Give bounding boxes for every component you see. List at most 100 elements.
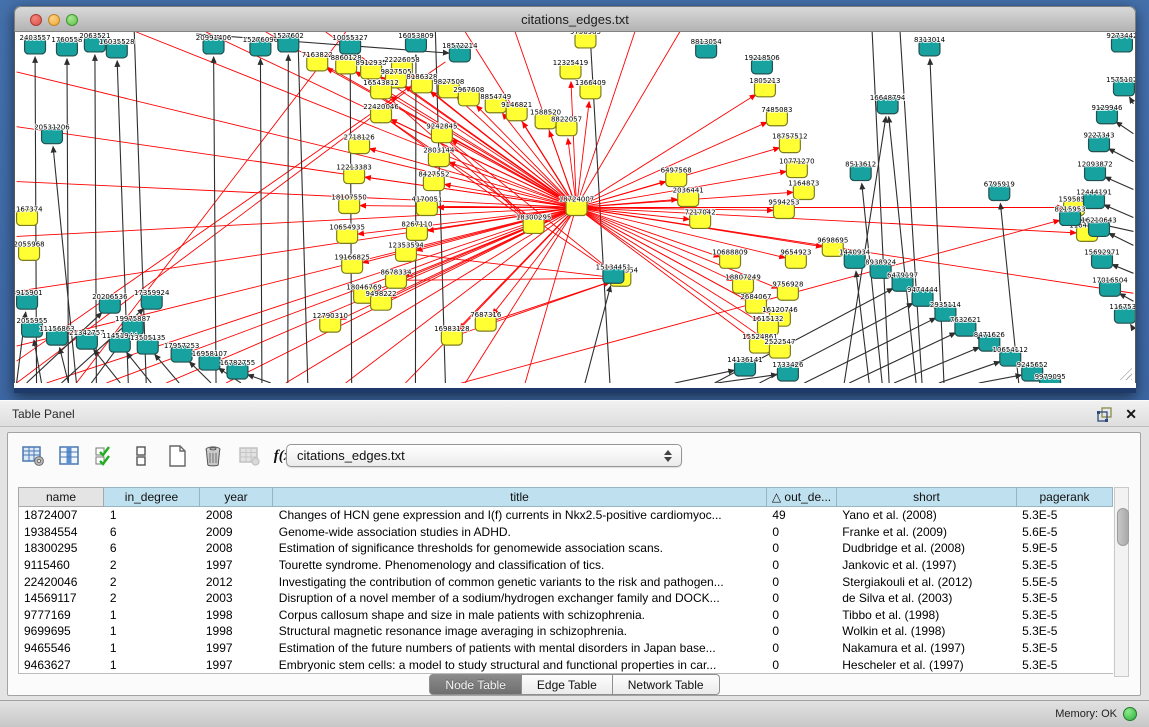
network-node[interactable]: 7687316 — [470, 311, 501, 331]
network-node[interactable]: 3915901 — [15, 289, 43, 309]
tab-network-table[interactable]: Network Table — [613, 674, 720, 695]
red-edge[interactable] — [442, 135, 526, 218]
network-node[interactable]: 8215953 — [1055, 205, 1086, 225]
network-node[interactable]: 8813054 — [691, 38, 723, 58]
network-node[interactable]: 9756928 — [772, 280, 803, 300]
network-node[interactable]: 19218506 — [744, 54, 779, 74]
column-header-3[interactable]: title — [273, 487, 767, 507]
column-header-1[interactable]: in_degree — [104, 487, 200, 507]
network-node[interactable]: 9146821 — [501, 101, 532, 121]
minimize-traffic-light-icon[interactable] — [48, 14, 60, 26]
network-node[interactable]: 9498222 — [366, 290, 397, 310]
table-mode-icon[interactable] — [20, 443, 46, 469]
black-edge[interactable] — [939, 362, 1000, 383]
black-edge[interactable] — [248, 375, 271, 383]
network-node[interactable]: 18757512 — [772, 133, 807, 153]
black-edge[interactable] — [1109, 233, 1134, 245]
table-row[interactable]: 977716911998Corpus callosum shape and si… — [19, 607, 1113, 624]
table-row[interactable]: 1938455462009Genome-wide association stu… — [19, 524, 1113, 541]
vertical-scrollbar[interactable] — [1114, 487, 1129, 677]
network-node[interactable]: 18572214 — [442, 42, 478, 62]
network-node[interactable]: 10055327 — [332, 34, 367, 54]
network-node[interactable]: 2803144 — [423, 147, 455, 167]
network-node[interactable]: 8313014 — [914, 36, 946, 56]
network-node[interactable]: 16983128 — [434, 325, 469, 345]
network-canvas[interactable]: 1872400727181261221338328031448427552181… — [14, 32, 1136, 383]
network-node[interactable]: 4170051 — [411, 196, 442, 216]
network-node[interactable]: 19166825 — [334, 253, 369, 273]
network-node[interactable]: 16543812 — [363, 79, 398, 99]
black-edge[interactable] — [894, 347, 979, 383]
float-panel-icon[interactable] — [1097, 406, 1113, 422]
black-edge[interactable] — [1116, 122, 1133, 134]
tab-edge-table[interactable]: Edge Table — [522, 674, 613, 695]
network-node[interactable]: 1164873 — [788, 180, 819, 200]
network-node[interactable]: 18807249 — [725, 273, 760, 293]
network-node[interactable]: 10688809 — [712, 248, 747, 268]
black-edge[interactable] — [214, 57, 216, 383]
network-node[interactable]: 9979095 — [1035, 373, 1066, 383]
create-column-icon[interactable] — [164, 443, 190, 469]
network-node[interactable]: 8678334 — [380, 268, 412, 288]
network-node[interactable]: 1167374 — [15, 205, 43, 225]
close-panel-icon[interactable]: ✕ — [1125, 404, 1137, 424]
table-row[interactable]: 2242004622012Investigating the contribut… — [19, 573, 1113, 590]
select-rows-icon[interactable] — [92, 443, 118, 469]
red-edge[interactable] — [17, 182, 576, 208]
black-edge[interactable] — [1120, 294, 1134, 302]
network-node[interactable]: 13505135 — [130, 334, 165, 354]
black-edge[interactable] — [889, 117, 916, 383]
network-node[interactable]: 8267110 — [401, 220, 432, 240]
network-node[interactable]: 9756985 — [570, 32, 601, 48]
network-node[interactable]: 12790310 — [312, 312, 347, 332]
red-edge[interactable] — [576, 122, 766, 207]
network-node[interactable]: 9273442 — [1106, 32, 1135, 52]
table-row[interactable]: 911546021997Tourette syndrome. Phenomeno… — [19, 557, 1113, 574]
network-node[interactable]: 18107550 — [331, 194, 366, 214]
column-header-6[interactable]: pagerank — [1017, 487, 1113, 507]
scrollbar-thumb[interactable] — [1117, 508, 1129, 546]
network-node[interactable]: 2522547 — [764, 338, 795, 358]
network-node[interactable]: 10654935 — [329, 223, 364, 243]
network-node[interactable]: 1167530 — [1109, 303, 1135, 323]
table-row[interactable]: 1456911722003Disruption of a novel membe… — [19, 590, 1113, 607]
column-header-0[interactable]: name — [18, 487, 104, 507]
black-edge[interactable] — [979, 375, 1022, 383]
zoom-traffic-light-icon[interactable] — [66, 14, 78, 26]
network-node[interactable]: 20206536 — [92, 293, 127, 313]
network-node[interactable]: 8513612 — [845, 161, 876, 181]
table-row[interactable]: 946362711997Embryonic stem cells: a mode… — [19, 656, 1113, 673]
network-node[interactable]: 9654923 — [780, 248, 811, 268]
toggle-rows-icon[interactable] — [128, 443, 154, 469]
network-node[interactable]: 1733426 — [772, 361, 803, 381]
table-source-select[interactable]: citations_edges.txt — [286, 444, 682, 467]
network-node[interactable]: 8822057 — [551, 116, 582, 136]
table-row[interactable]: 1872400712008Changes of HCN gene express… — [19, 507, 1113, 524]
network-node[interactable]: 20991406 — [196, 34, 231, 54]
network-node[interactable]: 2036441 — [673, 187, 704, 207]
black-edge[interactable] — [675, 370, 735, 383]
red-edge[interactable] — [576, 208, 785, 258]
column-header-2[interactable]: year — [200, 487, 273, 507]
table-row[interactable]: 946554611997Estimation of the future num… — [19, 640, 1113, 657]
network-node[interactable]: 1366409 — [575, 79, 606, 99]
window-titlebar[interactable]: citations_edges.txt — [14, 6, 1136, 32]
show-columns-icon[interactable] — [56, 443, 82, 469]
network-node[interactable]: 2055968 — [15, 240, 45, 260]
table-row[interactable]: 969969511998Structural magnetic resonanc… — [19, 623, 1113, 640]
network-node[interactable]: 1760558 — [51, 36, 82, 56]
network-node[interactable]: 7485083 — [761, 106, 792, 126]
red-edge[interactable] — [576, 95, 755, 208]
table-row[interactable]: 1830029562008Estimation of significance … — [19, 540, 1113, 557]
network-node[interactable]: 16053809 — [398, 32, 433, 52]
black-edge[interactable] — [350, 57, 351, 383]
network-node[interactable]: 17016504 — [1092, 276, 1128, 296]
network-node[interactable]: 1805213 — [749, 77, 780, 97]
black-edge[interactable] — [930, 59, 944, 383]
network-node[interactable]: 2403557 — [20, 34, 51, 54]
black-edge[interactable] — [1130, 97, 1134, 104]
network-node[interactable]: 8427552 — [418, 171, 449, 191]
network-node[interactable]: 1527602 — [273, 32, 304, 52]
network-node[interactable]: 9129946 — [1091, 104, 1122, 124]
tab-node-table[interactable]: Node Table — [429, 674, 522, 695]
